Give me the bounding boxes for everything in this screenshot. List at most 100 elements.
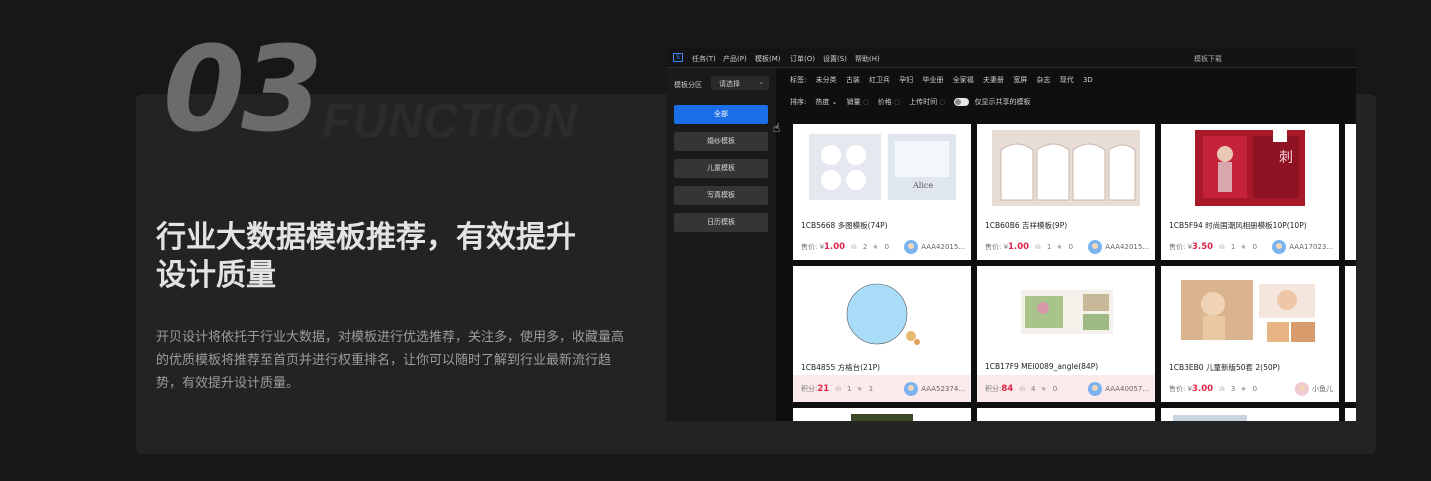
- stat-count: 2: [862, 242, 868, 251]
- bar-chart-icon: ılı: [835, 384, 842, 393]
- price-label: 积分:: [985, 384, 1002, 393]
- author[interactable]: AAA52374...: [904, 382, 965, 396]
- menu-item-help[interactable]: 帮助(H): [855, 54, 880, 64]
- template-tile-partial[interactable]: [1345, 408, 1356, 421]
- template-title: 1CB5F94 时尚国潮风相册模板10P(10P): [1169, 221, 1307, 230]
- template-thumbnail: [793, 266, 971, 354]
- template-tile-partial[interactable]: [977, 408, 1155, 421]
- section-label: 模板分区: [674, 81, 702, 89]
- template-tile[interactable]: 1CB4855 方格台(21P) 积分: 21 ılı 1 ★ 1 AAA52374…: [793, 266, 971, 402]
- star-icon: ★: [1240, 384, 1247, 393]
- author[interactable]: AAA42015...: [1088, 240, 1149, 254]
- sort-option-popularity[interactable]: 热度 ⌄: [815, 97, 837, 107]
- tag-item[interactable]: 全家福: [953, 76, 974, 84]
- star-count: 0: [1052, 384, 1058, 393]
- sort-option-price[interactable]: 价格 ◌: [878, 97, 900, 107]
- template-title: 1CB60B6 吉祥模板(9P): [985, 221, 1068, 230]
- author[interactable]: AAA40057...: [1088, 382, 1149, 396]
- svg-text:Alice: Alice: [912, 181, 933, 190]
- template-tile-partial[interactable]: [1345, 124, 1356, 260]
- author[interactable]: AAA42015...: [904, 240, 965, 254]
- tag-item[interactable]: 毕业册: [923, 76, 944, 84]
- bar-chart-icon: ılı: [851, 242, 857, 251]
- sort-label: 排序:: [790, 98, 807, 106]
- price-label: 积分:: [801, 384, 818, 393]
- sidebar-button-children[interactable]: 儿童模板: [674, 159, 768, 178]
- price-value: 1.00: [1008, 241, 1030, 252]
- tag-item[interactable]: 红卫兵: [869, 76, 890, 84]
- author-name: 小鱼儿: [1312, 385, 1333, 393]
- tag-item[interactable]: 未分类: [816, 76, 837, 84]
- menu-item-template[interactable]: 模板(M): [755, 54, 781, 64]
- template-tile[interactable]: 1CB17F9 MEI0089_angle(84P) 积分: 84 ılı 4 ★…: [977, 266, 1155, 402]
- sort-option-sales[interactable]: 销量 ◌: [846, 97, 868, 107]
- star-icon: ★: [856, 384, 863, 393]
- template-footer: 售价: ¥3.50 ılı 1 ★ 0 AAA17023...: [1161, 233, 1339, 260]
- section-watermark-word: FUNCTION: [322, 95, 578, 148]
- template-thumbnail: [977, 124, 1155, 212]
- author-name: AAA17023...: [1289, 243, 1333, 251]
- star-count: 0: [1252, 242, 1258, 251]
- bar-chart-icon: ılı: [1219, 384, 1225, 393]
- tag-item[interactable]: 杂志: [1036, 76, 1050, 84]
- mouse-pointer-icon: ☝: [773, 121, 781, 135]
- feature-description: 开贝设计将依托于行业大数据，对模板进行优选推荐，关注多，使用多，收藏量高的优质模…: [156, 330, 625, 391]
- stat-count: 1: [847, 384, 852, 393]
- template-tile-partial[interactable]: [1161, 408, 1339, 421]
- template-title: 1CB17F9 MEI0089_angle(84P): [985, 362, 1099, 371]
- sidebar-button-all[interactable]: 全部: [674, 105, 768, 124]
- template-title: 1CB5668 多图模板(74P): [801, 221, 888, 230]
- author[interactable]: 小鱼儿: [1295, 382, 1333, 396]
- feature-headline: 行业大数据模板推荐，有效提升 设计质量: [156, 219, 636, 295]
- main-panel: 标签: 未分类 古装 红卫兵 孕妇 毕业册 全家福 夫妻册 宽屏 杂志 现代 3…: [776, 68, 1356, 421]
- template-tile[interactable]: 刺 1CB5F94 时尚国潮风相册模板10P(10P) 售价: ¥3.50 ıl…: [1161, 124, 1339, 260]
- star-icon: ★: [1056, 242, 1063, 251]
- share-only-toggle[interactable]: [954, 98, 970, 106]
- sidebar-button-wedding[interactable]: 婚纱模板: [674, 132, 768, 151]
- section-select[interactable]: 请选择 ⌄: [711, 76, 769, 90]
- avatar: [1272, 240, 1287, 254]
- menu-item-task[interactable]: 任务(T): [692, 54, 716, 64]
- tag-item[interactable]: 3D: [1083, 76, 1093, 84]
- headline-line-1: 行业大数据模板推荐，有效提升: [156, 220, 576, 255]
- tag-item[interactable]: 宽屏: [1013, 76, 1027, 84]
- tag-item[interactable]: 古装: [846, 76, 860, 84]
- template-tile-partial[interactable]: [1345, 266, 1356, 402]
- menu-item-order[interactable]: 订单(O): [790, 54, 815, 64]
- sort-option-upload-time[interactable]: 上传时间 ◌: [909, 97, 945, 107]
- price-label: 售价: ¥: [801, 242, 825, 251]
- template-footer: 售价: ¥1.00 ılı 1 ★ 0 AAA42015...: [977, 233, 1155, 260]
- star-count: 0: [1252, 384, 1258, 393]
- price-label: 售价: ¥: [985, 242, 1009, 251]
- template-tile[interactable]: Alice 1CB5668 多图模板(74P) 售价: ¥1.00 ılı 2 ★…: [793, 124, 971, 260]
- template-footer: 积分: 21 ılı 1 ★ 1 AAA52374...: [793, 375, 971, 402]
- author[interactable]: AAA17023...: [1272, 240, 1333, 254]
- star-icon: ★: [1040, 384, 1047, 393]
- star-icon: ★: [1240, 242, 1247, 251]
- page: 03 FUNCTION 行业大数据模板推荐，有效提升 设计质量 开贝设计将依托于…: [0, 0, 1431, 481]
- stat-count: 4: [1031, 384, 1036, 393]
- star-count: 0: [884, 242, 890, 251]
- template-tile[interactable]: 1CB3EB0 儿童新版50套 2(50P) 售价: ¥3.00 ılı 3 ★ 0…: [1161, 266, 1339, 402]
- share-only-label: 仅显示共享的模板: [974, 98, 1031, 106]
- section-select-value: 请选择: [719, 80, 740, 88]
- stat-count: 1: [1230, 242, 1236, 251]
- bar-chart-icon: ılı: [1019, 384, 1026, 393]
- template-tile-partial[interactable]: [793, 408, 971, 421]
- tag-item[interactable]: 现代: [1060, 76, 1074, 84]
- tag-item[interactable]: 夫妻册: [983, 76, 1004, 84]
- sidebar-button-portrait[interactable]: 写真模板: [674, 186, 768, 205]
- price-value: 3.50: [1192, 241, 1214, 252]
- tag-item[interactable]: 孕妇: [899, 76, 913, 84]
- menu-item-product[interactable]: 产品(P): [723, 54, 747, 64]
- author-name: AAA42015...: [921, 243, 965, 251]
- template-tile[interactable]: 1CB60B6 吉祥模板(9P) 售价: ¥1.00 ılı 1 ★ 0 AAA42…: [977, 124, 1155, 260]
- svg-text:刺: 刺: [1279, 150, 1293, 166]
- template-footer: 售价: ¥3.00 ılı 3 ★ 0 小鱼儿: [1161, 375, 1339, 402]
- avatar: [1088, 382, 1103, 396]
- menu-item-settings[interactable]: 设置(S): [823, 54, 847, 64]
- sidebar-button-calendar[interactable]: 日历模板: [674, 213, 768, 232]
- avatar: [1088, 240, 1103, 254]
- window-title: 模板下载: [1194, 55, 1222, 63]
- price-value: 3.00: [1192, 383, 1214, 394]
